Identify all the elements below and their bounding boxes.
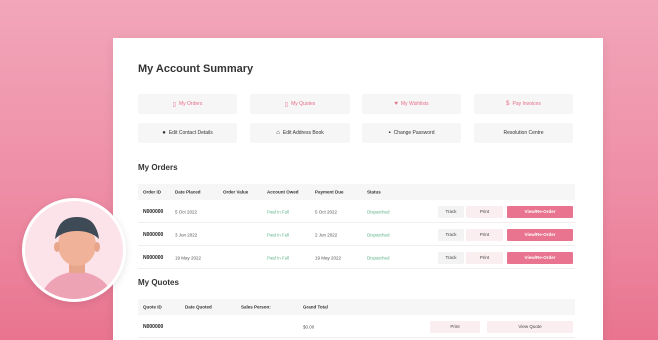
col-account-owed: Account Owed — [267, 189, 299, 195]
account-summary-card: My Account Summary ▯ My Orders ▯ My Quot… — [113, 38, 603, 340]
view-reorder-button[interactable]: View/Re-Order — [507, 228, 573, 241]
order-id: N000000 — [143, 231, 164, 238]
account-owed: Paid in Full — [267, 255, 290, 260]
pay-invoices-button[interactable]: $ Pay Invoices — [474, 94, 573, 114]
payment-due: 2 Jun 2022 — [315, 232, 338, 237]
dollar-icon: $ — [506, 101, 510, 107]
order-date: 5 Oct 2022 — [175, 209, 198, 214]
resolution-centre-button[interactable]: Resolution Centre — [474, 123, 573, 143]
my-wishlists-button[interactable]: ♥ My Wishlists — [362, 94, 461, 114]
my-quotes-label: My Quotes — [291, 101, 316, 107]
order-date: 3 Jun 2022 — [175, 232, 198, 237]
col-date-placed: Date Placed — [175, 189, 201, 195]
order-row: N000000 3 Jun 2022 Paid in Full 2 Jun 20… — [138, 224, 575, 246]
grand-total: $0.00 — [303, 324, 315, 329]
payment-due: 19 May 2022 — [315, 255, 342, 260]
avatar — [22, 198, 126, 302]
heart-icon: ♥ — [394, 101, 398, 107]
orders-table-header: Order ID Date Placed Order Value Account… — [138, 184, 575, 200]
page-title: My Account Summary — [138, 63, 254, 75]
user-icon: ● — [162, 130, 166, 136]
account-owed: Paid in Full — [267, 232, 290, 237]
print-button[interactable]: Print — [466, 228, 503, 241]
col-order-value: Order Value — [223, 189, 249, 195]
edit-address-book-button[interactable]: ⌂ Edit Address Book — [250, 123, 350, 143]
order-date: 19 May 2022 — [175, 255, 202, 260]
col-quote-id: Quote ID — [143, 304, 162, 310]
pay-invoices-label: Pay Invoices — [512, 101, 541, 107]
my-wishlists-label: My Wishlists — [400, 101, 429, 107]
view-reorder-button[interactable]: View/Re-Order — [507, 205, 573, 218]
home-icon: ⌂ — [276, 130, 280, 136]
edit-address-book-label: Edit Address Book — [282, 130, 324, 136]
track-button[interactable]: Track — [438, 251, 464, 264]
resolution-centre-label: Resolution Centre — [503, 130, 544, 136]
view-reorder-button[interactable]: View/Re-Order — [507, 251, 573, 264]
print-button[interactable]: Print — [466, 251, 503, 264]
edit-contact-details-label: Edit Contact Details — [168, 130, 213, 136]
document-icon: ▯ — [284, 101, 289, 108]
my-orders-label: My Orders — [178, 101, 203, 107]
quote-row: N000000 $0.00 Print View Quote — [138, 316, 575, 338]
order-status: Dispatched — [367, 209, 390, 214]
account-owed: Paid in Full — [267, 209, 290, 214]
payment-due: 5 Oct 2022 — [315, 209, 338, 214]
order-row: N000000 5 Oct 2022 Paid in Full 5 Oct 20… — [138, 201, 575, 223]
order-status: Dispatched — [367, 232, 390, 237]
col-date-quoted: Date Quoted — [185, 304, 212, 310]
order-id: N000000 — [143, 208, 164, 215]
col-grand-total: Grand Total — [303, 304, 328, 310]
col-order-id: Order ID — [143, 189, 162, 195]
track-button[interactable]: Track — [438, 205, 464, 218]
my-quotes-button[interactable]: ▯ My Quotes — [250, 94, 350, 114]
view-quote-button[interactable]: View Quote — [487, 320, 573, 333]
orders-heading: My Orders — [138, 163, 178, 172]
print-button[interactable]: Print — [466, 205, 503, 218]
person-illustration — [25, 201, 123, 299]
quote-print-button[interactable]: Print — [430, 320, 480, 333]
change-password-button[interactable]: ▪ Change Password — [362, 123, 461, 143]
edit-contact-details-button[interactable]: ● Edit Contact Details — [138, 123, 237, 143]
col-status: Status — [367, 189, 381, 195]
order-id: N000000 — [143, 254, 164, 261]
change-password-label: Change Password — [393, 130, 435, 136]
order-status: Dispatched — [367, 255, 390, 260]
col-sales-person: Sales Person: — [241, 304, 271, 310]
quote-id: N000000 — [143, 323, 164, 330]
my-orders-button[interactable]: ▯ My Orders — [138, 94, 237, 114]
quotes-table-header: Quote ID Date Quoted Sales Person: Grand… — [138, 299, 575, 315]
document-icon: ▯ — [172, 101, 176, 108]
order-row: N000000 19 May 2022 Paid in Full 19 May … — [138, 247, 575, 269]
lock-icon: ▪ — [388, 130, 391, 136]
track-button[interactable]: Track — [438, 228, 464, 241]
col-payment-due: Payment Due — [315, 189, 344, 195]
quotes-heading: My Quotes — [138, 278, 179, 287]
